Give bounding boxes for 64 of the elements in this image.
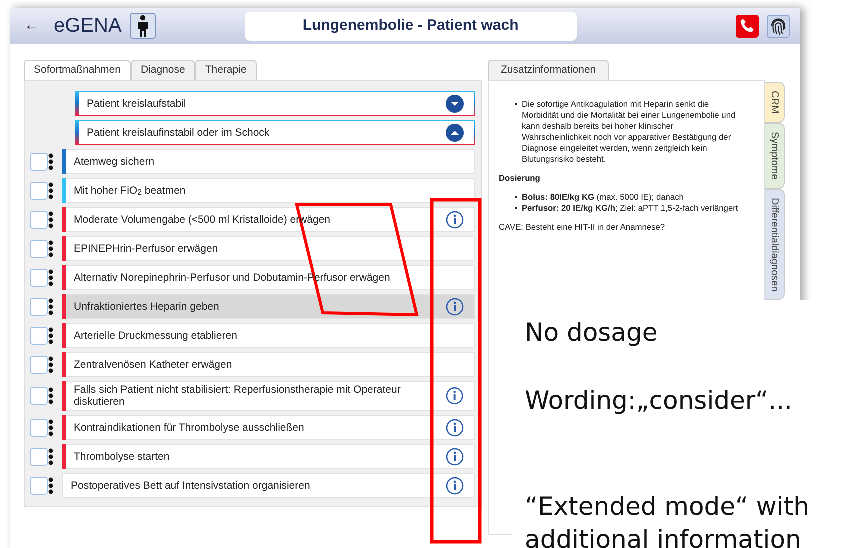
app-name: eGENA <box>54 14 122 39</box>
info-icon[interactable] <box>446 418 464 436</box>
phone-button[interactable] <box>736 14 759 38</box>
info-icon[interactable] <box>446 476 464 494</box>
tab[interactable]: Sofortmaßnahmen <box>24 60 131 80</box>
action-item[interactable]: Zentralvenösen Katheter erwägen <box>62 352 475 377</box>
action-item[interactable]: Falls sich Patient nicht stabilisiert: Reperfusionstherapie mit Operateur diskutieren <box>62 381 475 411</box>
bullet: • <box>515 203 518 214</box>
section-header[interactable]: Patient kreislaufstabil <box>75 91 475 116</box>
checkbox[interactable] <box>30 356 48 374</box>
info-tab[interactable]: Zusatzinformationen <box>488 60 610 80</box>
more-icon[interactable] <box>48 182 54 200</box>
checkbox[interactable] <box>30 210 48 228</box>
action-item[interactable]: Kontraindikationen für Thrombolyse ausschließen <box>62 415 475 440</box>
action-item[interactable]: Unfraktioniertes Heparin geben <box>62 294 475 319</box>
side-tab[interactable]: Differentialdiagnosen <box>765 188 785 300</box>
fingerprint-icon <box>770 16 787 36</box>
checkbox[interactable] <box>30 326 48 344</box>
tab[interactable]: Diagnose <box>130 60 196 80</box>
annotation-text: No dosage <box>525 318 659 348</box>
person-icon <box>136 15 150 37</box>
checkbox[interactable] <box>30 298 48 316</box>
action-item[interactable]: Thrombolyse starten <box>62 444 475 469</box>
tab[interactable]: Therapie <box>195 60 257 80</box>
more-icon[interactable] <box>48 298 54 316</box>
action-item[interactable]: EPINEPHrin-Perfusor erwägen <box>62 236 475 261</box>
bullet: • <box>515 99 518 111</box>
more-icon[interactable] <box>48 448 54 466</box>
expand-icon[interactable] <box>446 94 464 112</box>
more-icon[interactable] <box>48 476 54 494</box>
more-icon[interactable] <box>48 418 54 436</box>
more-icon[interactable] <box>48 326 54 344</box>
checkbox[interactable] <box>30 268 48 286</box>
checkbox[interactable] <box>30 240 48 258</box>
checkbox[interactable] <box>30 387 48 405</box>
checkbox[interactable] <box>30 418 48 436</box>
checkbox[interactable] <box>30 152 48 170</box>
checkbox[interactable] <box>30 182 48 200</box>
checkbox[interactable] <box>30 476 48 494</box>
collapse-icon[interactable] <box>446 124 464 142</box>
action-item[interactable]: Mit hoher FiO$_{2}$ beatmen <box>62 178 475 203</box>
more-icon[interactable] <box>48 210 54 228</box>
bullet: • <box>515 192 518 203</box>
phone-icon <box>740 18 756 34</box>
info-icon[interactable] <box>446 448 464 466</box>
fingerprint-button[interactable] <box>767 14 790 38</box>
person-button[interactable] <box>130 13 156 39</box>
action-item[interactable]: Arterielle Druckmessung etablieren <box>62 323 475 348</box>
action-item[interactable]: Postoperatives Bett auf Intensivstation organisieren <box>62 473 475 498</box>
more-icon[interactable] <box>48 356 54 374</box>
more-icon[interactable] <box>48 152 54 170</box>
info-icon[interactable] <box>446 298 464 316</box>
section-header[interactable]: Patient kreislaufinstabil oder im Schock <box>75 120 475 145</box>
more-icon[interactable] <box>48 268 54 286</box>
checkbox[interactable] <box>30 448 48 466</box>
more-icon[interactable] <box>48 387 54 405</box>
page-title: Lungenembolie - Patient wach <box>244 12 577 40</box>
side-tab[interactable]: CRM <box>765 82 785 123</box>
back-button[interactable]: ← <box>24 14 40 38</box>
info-icon[interactable] <box>446 210 464 228</box>
action-item[interactable]: Atemweg sichern <box>62 149 475 174</box>
more-icon[interactable] <box>48 240 54 258</box>
info-icon[interactable] <box>446 387 464 405</box>
side-tab[interactable]: Symptome <box>765 122 785 189</box>
